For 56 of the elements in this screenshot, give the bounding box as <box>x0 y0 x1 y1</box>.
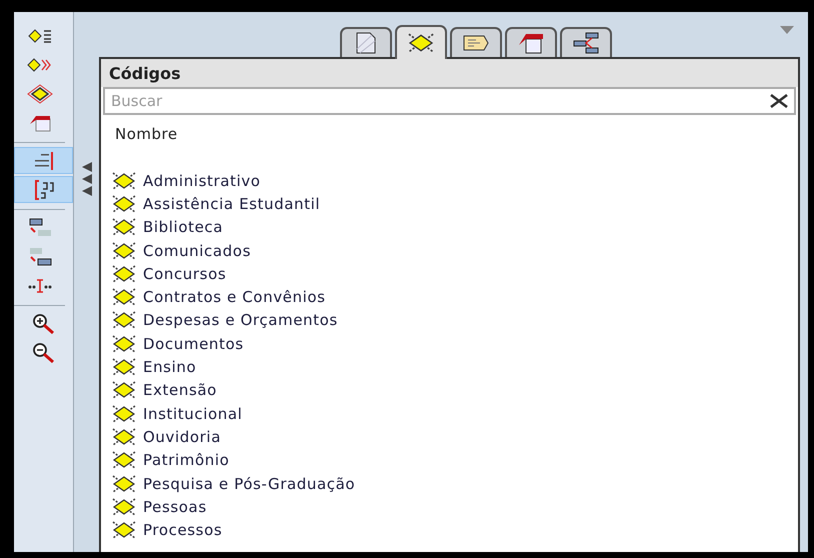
code-network-icon <box>26 84 52 104</box>
code-name[interactable]: Ouvidoria <box>143 428 221 446</box>
code-name[interactable]: Extensão <box>143 381 217 400</box>
code-name[interactable]: Administrativo <box>143 172 261 190</box>
column-header[interactable]: Nombre <box>115 125 178 143</box>
dropdown-arrow-icon[interactable] <box>780 26 794 34</box>
code-icon <box>111 357 137 378</box>
code-name[interactable]: Processos <box>143 521 222 540</box>
code-name[interactable]: Pesquisa e Pós-Graduação <box>143 474 356 492</box>
collapse-arrows-icon[interactable] <box>82 162 92 196</box>
code-icon <box>111 426 137 447</box>
toolbar-button[interactable] <box>14 176 73 203</box>
code-icon <box>111 264 137 284</box>
code-name[interactable]: Despesas e Orçamentos <box>143 311 338 330</box>
code-icon <box>111 450 137 470</box>
code-icon <box>111 240 137 261</box>
code-icon <box>111 380 137 400</box>
code-name[interactable]: Pessoas <box>143 498 207 516</box>
zoom-in-icon <box>30 312 56 336</box>
network-icon <box>571 31 601 55</box>
code-icon <box>111 496 137 517</box>
code-name[interactable]: Assistência Estudantil <box>143 194 320 213</box>
panel-title: Códigos <box>109 64 181 82</box>
code-icon <box>111 474 137 494</box>
tab[interactable] <box>395 25 447 59</box>
code-name[interactable]: Contratos e Convênios <box>143 288 326 306</box>
code-icon <box>406 32 436 54</box>
code-name[interactable]: Patrimônio <box>143 451 230 470</box>
code-list-icon <box>28 28 52 44</box>
memo-icon <box>28 114 52 132</box>
code-name[interactable]: Concursos <box>143 264 226 283</box>
code-icon <box>111 334 137 354</box>
code-arrows-icon <box>26 58 52 72</box>
tab[interactable] <box>450 27 502 57</box>
search-field[interactable]: Buscar <box>103 87 796 115</box>
code-icon <box>111 287 137 308</box>
close-icon[interactable] <box>770 94 788 108</box>
code-name[interactable]: Ensino <box>143 358 196 376</box>
code-icon <box>111 520 137 540</box>
tab[interactable] <box>340 27 392 57</box>
code-icon <box>111 217 137 238</box>
code-icon <box>111 404 137 424</box>
bars-icon <box>26 216 52 238</box>
code-name[interactable]: Institucional <box>143 404 242 423</box>
code-name[interactable]: Documentos <box>143 334 244 353</box>
code-name[interactable]: Biblioteca <box>143 218 224 236</box>
tab[interactable] <box>505 27 557 57</box>
zoom-out-icon <box>30 340 56 364</box>
text-cursor-icon <box>26 278 52 292</box>
tab[interactable] <box>560 27 612 57</box>
note-icon <box>462 33 490 53</box>
code-name[interactable]: Comunicados <box>143 242 251 260</box>
code-icon <box>111 194 137 214</box>
code-icon <box>111 170 137 191</box>
memo-icon <box>517 32 545 54</box>
code-icon <box>111 310 137 330</box>
